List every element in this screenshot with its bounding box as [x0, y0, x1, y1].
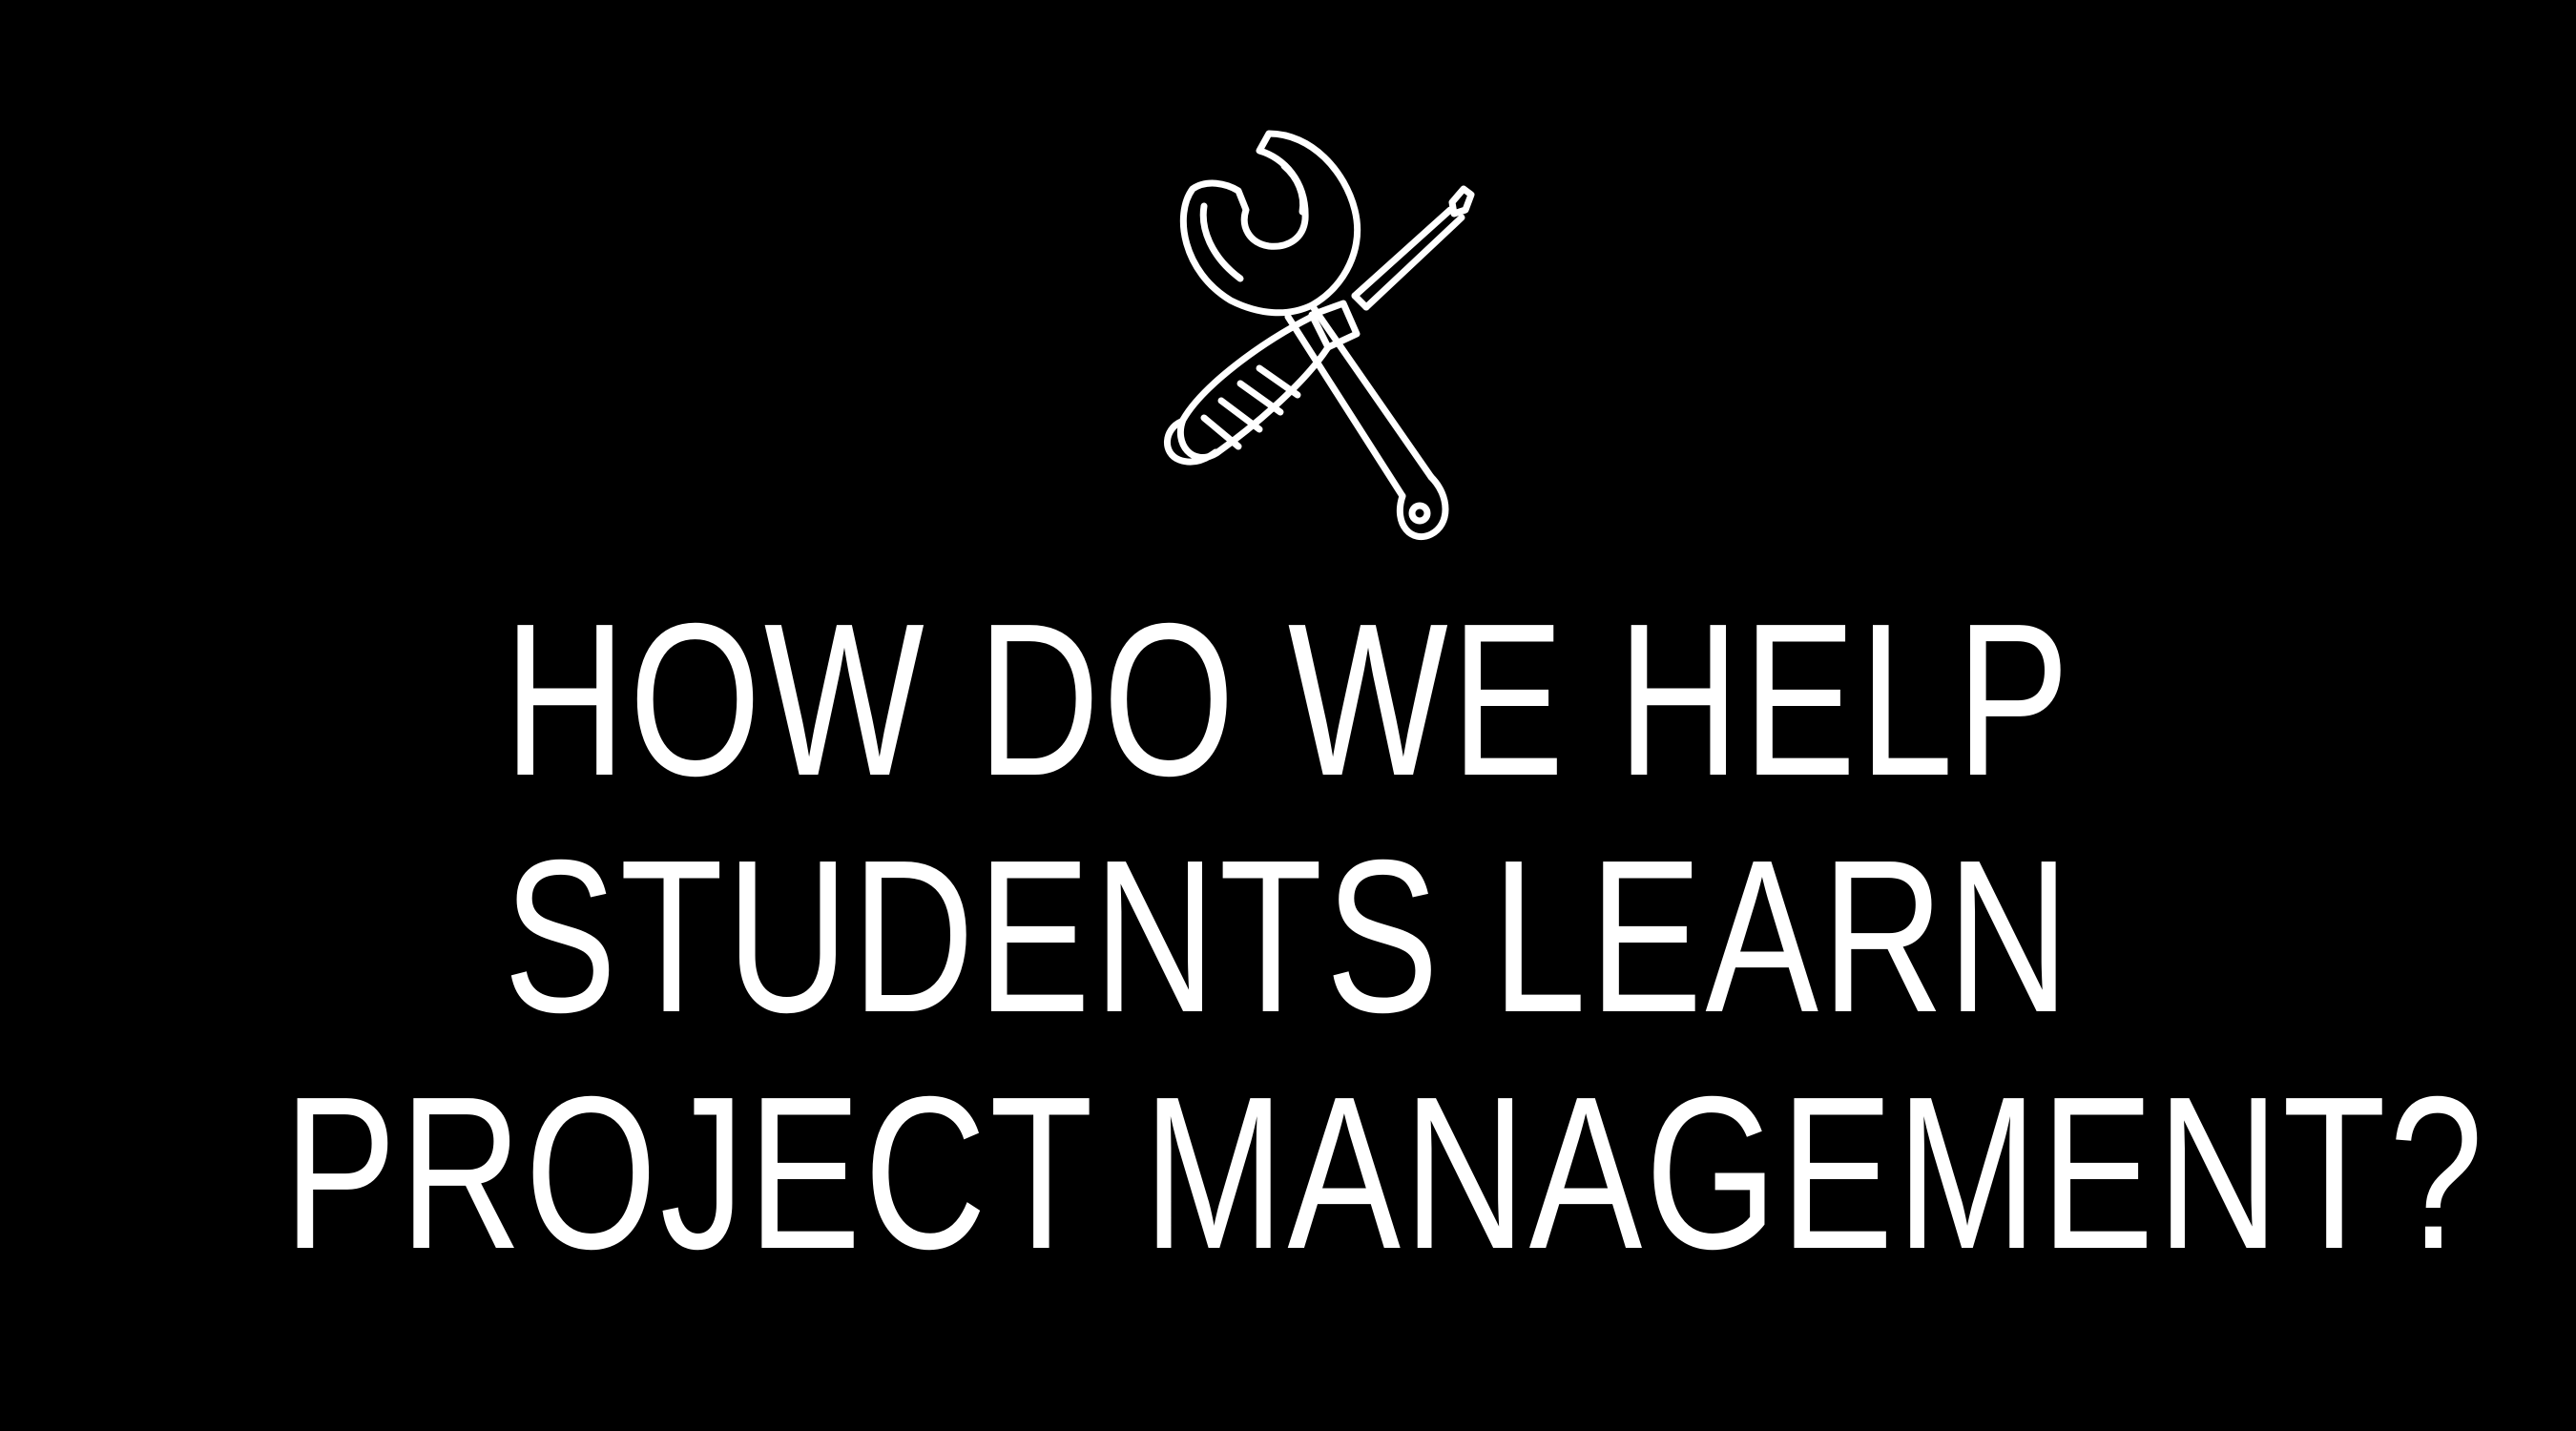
headline-line-1: HOW DO WE HELP: [503, 579, 2073, 821]
headline-line-2: STUDENTS LEARN: [503, 816, 2073, 1058]
headline-line-3: PROJECT MANAGEMENT?: [283, 1052, 2486, 1295]
wrench-and-screwdriver-icon: [1116, 114, 1498, 563]
screwdriver-icon: [1164, 185, 1475, 466]
wrench-icon: [1179, 130, 1449, 541]
slide: HOW DO WE HELP STUDENTS LEARN PROJECT MA…: [0, 0, 2576, 1431]
headline: HOW DO WE HELP STUDENTS LEARN PROJECT MA…: [0, 582, 2576, 1292]
